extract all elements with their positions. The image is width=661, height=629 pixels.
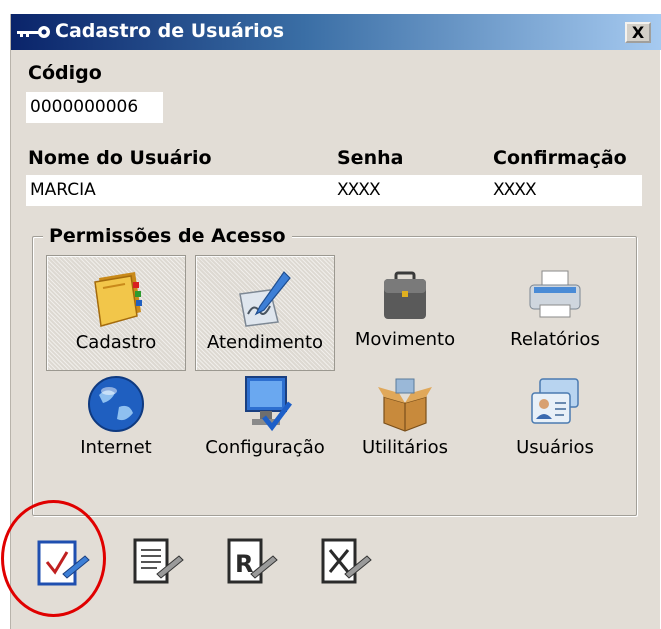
permission-label: Cadastro — [75, 332, 157, 353]
close-button[interactable]: X — [625, 22, 651, 43]
address-book-icon — [94, 272, 142, 327]
permission-utilitarios[interactable]: Utilitários — [335, 361, 475, 477]
nome-field[interactable]: MARCIA — [26, 175, 338, 206]
monitor-check-icon — [245, 376, 292, 432]
permission-label: Relatórios — [510, 329, 600, 350]
permission-internet[interactable]: Internet — [46, 361, 186, 477]
permission-atendimento[interactable]: Atendimento — [195, 255, 335, 371]
open-box-icon — [378, 378, 432, 432]
permission-label: Utilitários — [361, 437, 449, 458]
edit-button[interactable] — [129, 534, 189, 592]
permission-usuarios[interactable]: Usuários — [485, 361, 625, 477]
permission-label: Movimento — [354, 329, 456, 350]
permission-label: Internet — [80, 437, 152, 458]
senha-label: Senha — [337, 147, 404, 169]
rename-button[interactable]: R — [223, 534, 283, 592]
delete-button[interactable] — [317, 534, 377, 592]
permission-relatorios[interactable]: Relatórios — [485, 253, 625, 369]
user-registration-window: Cadastro de Usuários X Código 0000000006… — [10, 14, 661, 629]
briefcase-icon — [384, 271, 426, 319]
permission-configuracao[interactable]: Configuração — [195, 361, 335, 477]
confirmacao-field[interactable]: XXXX — [489, 175, 642, 206]
permissions-title: Permissões de Acesso — [43, 225, 292, 247]
senha-field[interactable]: XXXX — [333, 175, 493, 206]
confirmacao-label: Confirmação — [493, 147, 627, 169]
window-title: Cadastro de Usuários — [55, 20, 285, 42]
delete-document-icon — [321, 538, 372, 584]
globe-icon — [88, 376, 144, 432]
permission-label: Configuração — [205, 437, 325, 458]
permission-cadastro[interactable]: Cadastro — [46, 255, 186, 371]
permission-label: Usuários — [516, 437, 594, 458]
edit-document-icon — [133, 538, 184, 584]
pen-tablet-icon — [239, 271, 291, 327]
key-icon — [17, 26, 50, 38]
permission-label: Atendimento — [206, 332, 324, 353]
highlight-circle — [1, 500, 106, 617]
nome-label: Nome do Usuário — [28, 147, 212, 169]
title-bar[interactable]: Cadastro de Usuários X — [11, 14, 661, 50]
codigo-field[interactable]: 0000000006 — [26, 92, 163, 123]
user-cards-icon — [531, 378, 579, 424]
rename-document-icon: R — [227, 538, 278, 584]
permission-movimento[interactable]: Movimento — [335, 253, 475, 369]
printer-icon — [529, 270, 581, 318]
codigo-label: Código — [28, 62, 102, 84]
